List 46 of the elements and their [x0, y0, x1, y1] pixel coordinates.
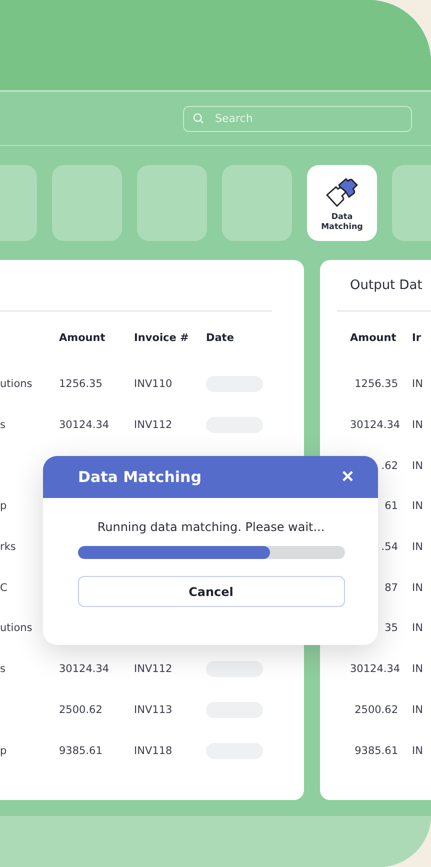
table-cell: INV110: [134, 378, 172, 390]
card-title: Output Dat: [350, 278, 422, 292]
table-cell: rks: [0, 541, 16, 554]
table-cell: .62: [381, 460, 398, 472]
table-cell: INV113: [134, 704, 172, 716]
table-cell: 87: [384, 582, 398, 594]
table-cell: IN: [412, 500, 423, 512]
column-header: Amount: [350, 332, 398, 344]
table-cell: IN: [412, 541, 423, 554]
table-cell: 61: [384, 500, 398, 512]
table-cell: 30124.34: [59, 419, 110, 432]
table-cell: 1256.35: [354, 378, 398, 390]
table-cell: INV112: [134, 663, 172, 676]
table-cell: IN: [412, 663, 423, 676]
table-cell: 9385.61: [59, 744, 102, 757]
table-cell: p: [0, 500, 7, 512]
table-cell: IN: [412, 460, 423, 472]
table-cell: s: [0, 419, 6, 432]
table-cell: s: [0, 663, 6, 676]
table-cell: IN: [412, 744, 423, 757]
table-cell: 2500.62: [59, 704, 102, 716]
status-message: Running data matching. Please wait...: [97, 520, 325, 534]
table-cell: 30124.34: [350, 419, 400, 432]
table-cell: utions: [0, 622, 32, 634]
table-cell: IN: [412, 419, 423, 432]
table-cell: INV112: [134, 419, 172, 432]
table-cell: INV118: [134, 744, 172, 757]
table-cell: utions: [0, 378, 32, 390]
column-header: Date: [206, 332, 235, 344]
column-header: Ir: [412, 332, 422, 344]
dialog-title: Data Matching: [78, 468, 202, 486]
table-cell: 1256.35: [59, 378, 102, 390]
table-cell: p: [0, 744, 7, 757]
table-cell: IN: [412, 704, 423, 716]
table-cell: 30124.34: [59, 663, 110, 676]
table-cell: 30124.34: [350, 663, 400, 676]
column-header: Amount: [59, 332, 106, 344]
table-cell: 2500.62: [354, 704, 398, 716]
table-cell: IN: [412, 378, 423, 390]
table-cell: C: [0, 582, 8, 594]
column-header: Invoice #: [134, 332, 190, 344]
table-cell: .54: [381, 541, 398, 554]
table-cell: 9385.61: [354, 744, 398, 757]
table-cell: IN: [412, 582, 423, 594]
table-cell: 35: [384, 622, 398, 634]
table-cell: IN: [412, 622, 423, 634]
